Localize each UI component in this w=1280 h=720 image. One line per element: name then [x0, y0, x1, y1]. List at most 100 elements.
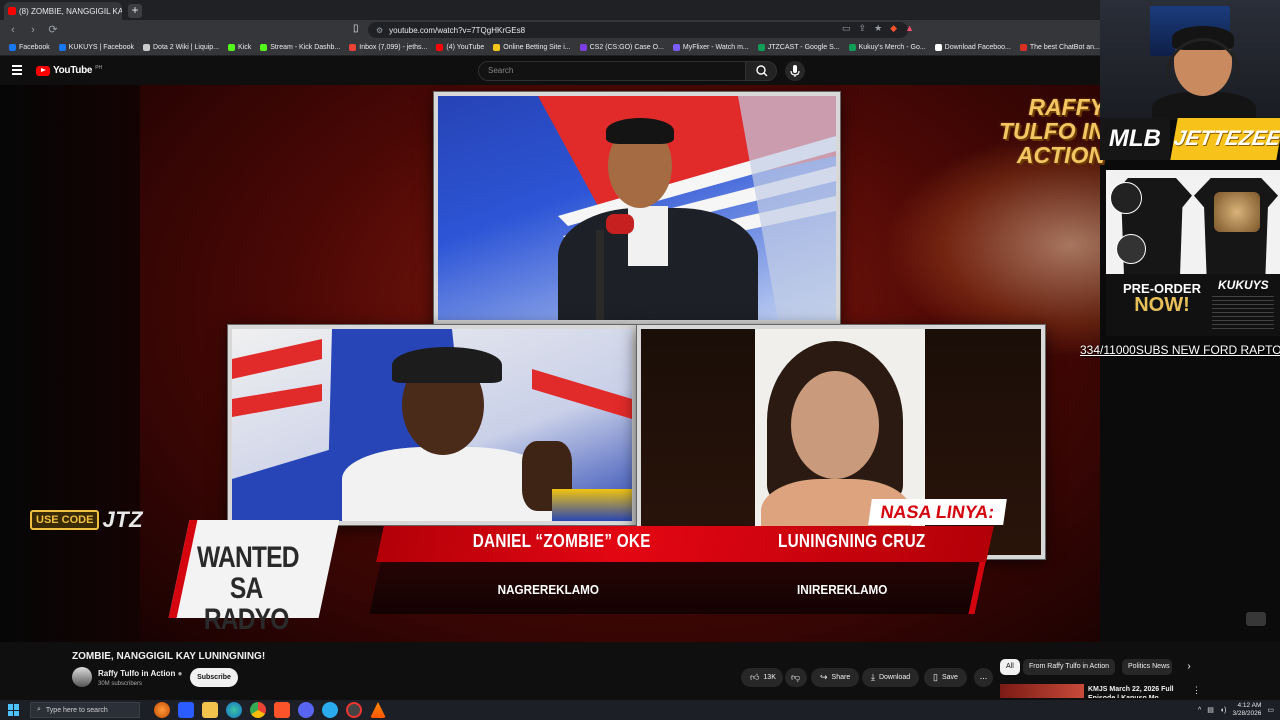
voice-search-button[interactable] [785, 61, 805, 81]
menu-icon[interactable] [12, 65, 22, 75]
share-button[interactable]: ↪ Share [811, 668, 860, 687]
video-player[interactable]: RAFFY TULFO IN ACTION WANTED SA RADYO DA… [0, 85, 1280, 642]
bookmark-item[interactable]: Download Faceboo... [934, 44, 1011, 51]
chip-politics-news[interactable]: Politics News [1122, 659, 1172, 675]
channel-watermark-icon[interactable] [1246, 612, 1266, 626]
lower-third: WANTED SA RADYO DANIEL “ZOMBIE” OKE NAGR… [168, 520, 1015, 635]
brave-shield-icon[interactable]: ◆ [890, 23, 897, 34]
recommended-menu-icon[interactable]: ⋮ [1192, 685, 1201, 696]
share-page-icon[interactable]: ⇪ [859, 23, 867, 34]
thumbs-up-icon: 👍︎ [750, 672, 760, 682]
reload-icon[interactable]: ⟳ [46, 23, 60, 37]
bookmark-favicon-icon [493, 44, 501, 51]
channel-name[interactable]: Raffy Tulfo in Action ● [98, 669, 182, 678]
respondent-name: LUNINGNING CRUZ [778, 531, 926, 551]
bookmark-favicon-icon [934, 44, 942, 51]
recommended-title[interactable]: KMJS March 22, 2026 Full Episode | Kapus… [1088, 685, 1183, 698]
respondent-figure [791, 371, 879, 479]
taskbar: ⌕ Type here to search ^ ▤ ◖) 4:12 AM 3/2… [0, 700, 1280, 720]
game-app-icon[interactable] [154, 702, 170, 718]
thumbs-down-icon: 👎︎ [791, 672, 801, 682]
save-button[interactable]: ▯ Save [924, 668, 967, 687]
extension-icon[interactable]: ★ [874, 23, 882, 34]
edge-icon[interactable] [226, 702, 242, 718]
forward-icon[interactable]: › [26, 23, 40, 37]
back-icon[interactable]: ‹ [6, 23, 20, 37]
host-video-frame [434, 92, 840, 324]
url-text: youtube.com/watch?v=7TQgHKrGEs8 [389, 25, 526, 35]
dislike-button[interactable]: 👎︎ [785, 668, 807, 687]
new-tab-button[interactable]: + [128, 4, 142, 18]
bookmark-item[interactable]: Kick [228, 44, 251, 51]
bookmark-item[interactable]: MyFlixer - Watch m... [672, 44, 749, 51]
bookmark-favicon-icon [143, 44, 150, 51]
share-icon: ↪ [820, 672, 828, 682]
search-icon: ⌕ [37, 706, 41, 713]
youtube-logo[interactable]: YouTube PH [36, 65, 102, 76]
chevron-right-icon[interactable]: › [1181, 659, 1197, 675]
telegram-icon[interactable] [322, 702, 338, 718]
more-actions-button[interactable]: ... [974, 668, 993, 687]
respondent-role: INIREREKLAMO [797, 582, 888, 597]
bookmark-item[interactable]: The best ChatBot an... [1019, 44, 1100, 51]
site-info-icon[interactable]: ⚙ [376, 26, 383, 35]
bookmark-item[interactable]: KUKUYS | Facebook [58, 44, 134, 51]
volume-icon[interactable]: ◖) [1220, 707, 1227, 714]
bookmark-item[interactable]: JTZCAST - Google S... [757, 44, 840, 51]
bookmark-favicon-icon [848, 44, 856, 51]
address-bar[interactable]: ⚙ youtube.com/watch?v=7TQgHKrGEs8 [368, 22, 908, 38]
bookmark-item[interactable]: Inbox (7,099) - jeths... [349, 44, 427, 51]
chip-all[interactable]: All [1000, 659, 1020, 675]
bookmark-item[interactable]: Kukuy's Merch - Go... [848, 44, 926, 51]
taskbar-search[interactable]: ⌕ Type here to search [30, 702, 140, 718]
chrome-icon[interactable] [250, 702, 266, 718]
bookmark-item[interactable]: Facebook [9, 44, 50, 51]
notifications-icon[interactable]: ▭ [1267, 706, 1274, 714]
channel-avatar[interactable] [72, 667, 92, 687]
bookmark-item[interactable]: Online Betting Site i... [493, 44, 571, 51]
windows-start-icon[interactable] [8, 704, 20, 716]
bookmark-item[interactable]: Dota 2 Wiki | Liquip... [143, 44, 219, 51]
obs-icon[interactable] [346, 702, 362, 718]
chip-from-channel[interactable]: From Raffy Tulfo in Action [1023, 659, 1116, 675]
youtube-favicon-icon [8, 7, 16, 15]
bookmark-favicon-icon [58, 44, 66, 51]
cap-prop [392, 347, 502, 383]
vlc-icon[interactable] [370, 702, 386, 718]
network-icon[interactable]: ▤ [1207, 706, 1214, 714]
use-code-badge: USE CODE [30, 510, 100, 530]
brave-icon[interactable] [274, 702, 290, 718]
browser-tab-active[interactable]: (8) ZOMBIE, NANGGIGIL KAY ✕ [4, 2, 122, 20]
like-button[interactable]: 👍︎ 13K [741, 668, 783, 687]
bookmark-favicon-icon [9, 44, 16, 51]
bookmark-favicon-icon [757, 44, 765, 51]
file-explorer-icon[interactable] [202, 702, 218, 718]
bookmark-item[interactable]: CS2 (CS:GO) Case O... [579, 44, 664, 51]
bookmark-favicon-icon [436, 44, 444, 51]
search-icon [756, 65, 768, 77]
copilot-icon[interactable] [178, 702, 194, 718]
video-title: ZOMBIE, NANGGIGIL KAY LUNINGNING! [72, 651, 266, 662]
tray-chevron-icon[interactable]: ^ [1198, 707, 1201, 714]
use-code-value: JTZ [102, 507, 144, 532]
bookmarks-bar: Facebook KUKUYS | Facebook Dota 2 Wiki | L… [0, 40, 1280, 56]
recommended-thumbnail[interactable] [1000, 684, 1084, 698]
clock[interactable]: 4:12 AM 3/28/2026 [1232, 702, 1261, 718]
bookmark-favicon-icon [1019, 44, 1027, 51]
search-input[interactable]: Search [478, 61, 746, 81]
merch-brand: KUKUYS [1218, 278, 1269, 292]
discord-icon[interactable] [298, 702, 314, 718]
segment-title: WANTED SA RADYO [197, 541, 299, 636]
show-logo: RAFFY TULFO IN ACTION [998, 94, 1105, 168]
bookmark-icon[interactable]: ▯ [353, 23, 359, 34]
subscribe-button[interactable]: Subscribe [190, 668, 238, 687]
bookmark-item[interactable]: Stream - Kick Dashb... [260, 44, 340, 51]
bookmark-item[interactable]: (4) YouTube [436, 44, 484, 51]
browser-toolbar: ‹ › ⟳ ▯ ⚙ youtube.com/watch?v=7TQgHKrGEs… [0, 20, 1280, 40]
download-button[interactable]: ⤓ Download [862, 668, 920, 687]
streamer-nameplate: MLB JETTEZEE [1100, 118, 1280, 160]
cast-icon[interactable]: ▭ [842, 23, 851, 34]
complainant-role: NAGREREKLAMO [497, 582, 600, 597]
search-button[interactable] [745, 61, 777, 81]
rewards-icon[interactable]: ▲ [905, 23, 914, 34]
